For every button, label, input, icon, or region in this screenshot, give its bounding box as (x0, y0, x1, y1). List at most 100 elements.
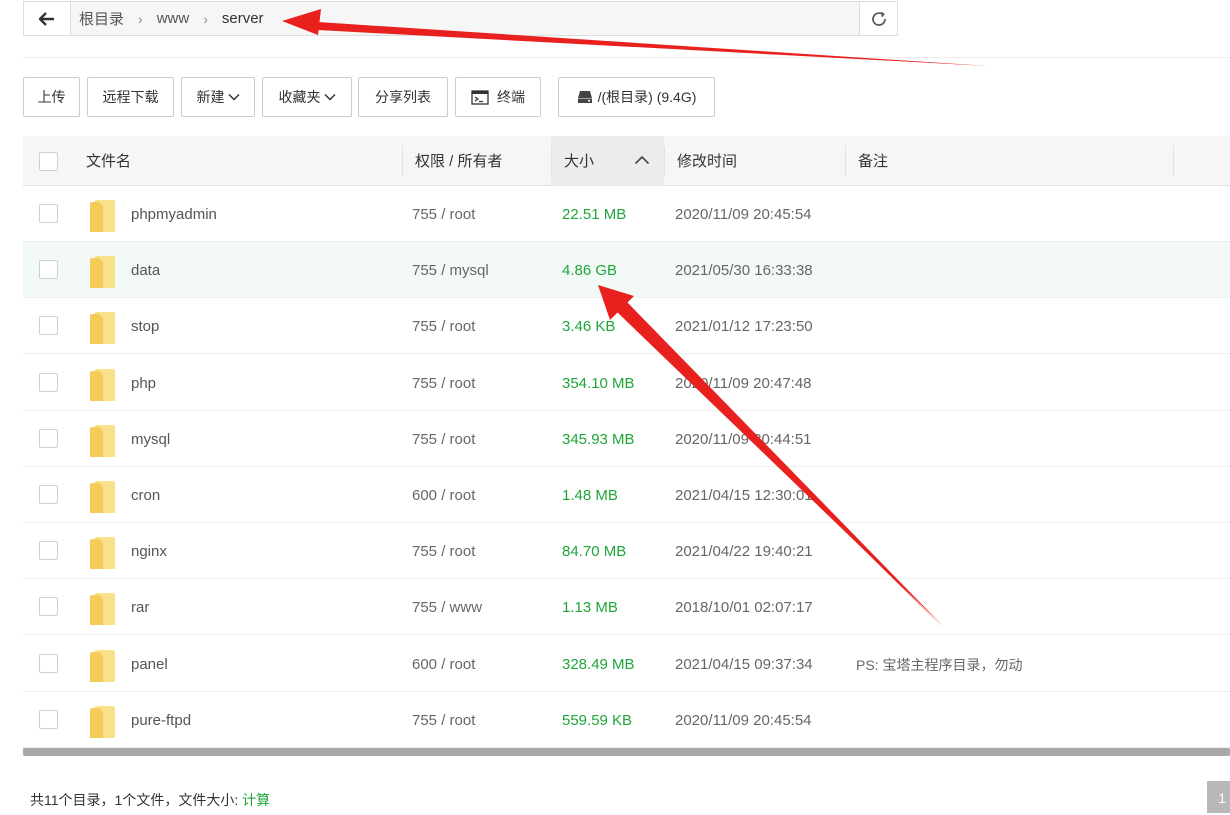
folder-icon (90, 368, 115, 401)
file-permission: 755 / root (412, 430, 476, 448)
chevron-down-icon (227, 93, 240, 101)
remote-download-button[interactable]: 远程下载 (87, 77, 174, 117)
folder-icon (90, 481, 115, 513)
sort-ascending-icon (634, 155, 650, 165)
folder-icon (90, 424, 115, 457)
file-name[interactable]: php (131, 355, 156, 411)
chevron-right-icon: › (203, 10, 208, 27)
table-row[interactable]: data 755 / mysql 4.86 GB 2021/05/30 16:33:3… (23, 242, 1230, 299)
file-permission: 755 / www (412, 599, 483, 617)
header-perm[interactable]: 权限 / 所有者 (415, 136, 503, 185)
scrollbar-thumb[interactable] (23, 748, 1230, 756)
terminal-label: 终端 (497, 89, 525, 105)
table-row[interactable]: nginx 755 / root 84.70 MB 2021/04/22 19:40:… (23, 523, 1230, 580)
file-name[interactable]: phpmyadmin (131, 186, 217, 242)
disk-label: /(根目录) (9.4G) (597, 89, 697, 105)
crumb-www[interactable]: www (149, 10, 198, 27)
row-checkbox[interactable] (39, 316, 58, 336)
row-checkbox[interactable] (39, 372, 58, 392)
breadcrumb: 根目录 › www › server (71, 2, 861, 35)
row-checkbox[interactable] (39, 260, 58, 280)
file-mtime: 2021/04/22 19:40:21 (675, 543, 813, 561)
select-all-checkbox[interactable] (39, 152, 58, 171)
column-divider (551, 146, 552, 176)
table-row[interactable]: phpmyadmin 755 / root 22.51 MB 2020/11/09 2… (23, 186, 1230, 242)
row-checkbox[interactable] (39, 709, 58, 729)
file-mtime: 2020/11/09 20:47:48 (675, 374, 812, 392)
horizontal-scrollbar[interactable] (23, 748, 1230, 756)
file-size: 4.86 GB (562, 262, 618, 280)
file-size: 354.10 MB (562, 374, 635, 392)
file-mtime: 2021/05/30 16:33:38 (675, 262, 813, 280)
row-checkbox[interactable] (39, 428, 58, 448)
crumb-server[interactable]: server (214, 10, 272, 27)
file-size: 328.49 MB (562, 655, 635, 673)
file-table: 文件名 权限 / 所有者 大小 修改时间 备注 phpmyadmin 755 / … (23, 136, 1230, 756)
pagination-page-1[interactable]: 1 (1207, 781, 1230, 813)
header-mtime[interactable]: 修改时间 (677, 136, 737, 185)
favorites-button[interactable]: 收藏夹 (262, 77, 352, 117)
row-checkbox[interactable] (39, 485, 58, 504)
file-name[interactable]: mysql (131, 411, 170, 467)
hard-drive-icon (577, 91, 592, 103)
table-row[interactable]: php 755 / root 354.10 MB 2020/11/09 20:47:4… (23, 355, 1230, 411)
upload-label: 上传 (37, 89, 66, 105)
file-mtime: 2020/11/09 20:44:51 (675, 430, 812, 448)
disk-button[interactable]: /(根目录) (9.4G) (558, 77, 715, 117)
terminal-icon (471, 89, 489, 105)
file-permission: 755 / root (412, 711, 476, 729)
file-permission: 600 / root (412, 487, 476, 504)
file-mtime: 2018/10/01 02:07:17 (675, 599, 813, 617)
calculate-link[interactable]: 计算 (242, 792, 270, 808)
share-list-button[interactable]: 分享列表 (358, 77, 448, 117)
remote-download-label: 远程下载 (102, 89, 159, 105)
file-size: 22.51 MB (562, 206, 627, 223)
row-checkbox[interactable] (39, 541, 58, 561)
file-name[interactable]: panel (131, 636, 168, 692)
row-checkbox[interactable] (39, 204, 58, 223)
folder-icon (90, 200, 115, 232)
table-row[interactable]: pure-ftpd 755 / root 559.59 KB 2020/11/09 2… (23, 692, 1230, 748)
crumb-root[interactable]: 根目录 (71, 8, 132, 29)
header-size[interactable]: 大小 (564, 136, 594, 185)
refresh-icon (871, 11, 886, 26)
file-permission: 755 / mysql (412, 262, 489, 280)
folder-icon (90, 649, 115, 682)
file-mtime: 2021/04/15 09:37:34 (675, 655, 813, 673)
header-name[interactable]: 文件名 (86, 136, 131, 185)
file-size: 345.93 MB (562, 430, 635, 448)
refresh-button[interactable] (859, 2, 897, 35)
file-size: 84.70 MB (562, 543, 627, 561)
back-button[interactable] (24, 2, 71, 35)
header-note[interactable]: 备注 (858, 136, 888, 185)
file-name[interactable]: stop (131, 298, 159, 354)
file-size: 1.48 MB (562, 487, 618, 504)
file-mtime: 2021/04/15 12:30:01 (675, 487, 813, 504)
column-divider (845, 146, 846, 176)
new-label: 新建 (196, 89, 225, 105)
folder-icon (90, 537, 115, 570)
summary-text: 共11个目录，1个文件，文件大小: (30, 792, 239, 808)
file-permission: 755 / root (412, 543, 476, 561)
table-row[interactable]: stop 755 / root 3.46 KB 2021/01/12 17:23:50 (23, 298, 1230, 355)
table-row[interactable]: mysql 755 / root 345.93 MB 2020/11/09 20:44… (23, 411, 1230, 467)
file-name[interactable]: rar (131, 579, 149, 635)
terminal-button[interactable]: 终端 (455, 77, 541, 117)
file-size: 1.13 MB (562, 599, 618, 617)
file-mtime: 2021/01/12 17:23:50 (675, 318, 813, 336)
table-row[interactable]: rar 755 / www 1.13 MB 2018/10/01 02:07:17 (23, 579, 1230, 636)
file-name[interactable]: data (131, 242, 160, 298)
row-checkbox[interactable] (39, 597, 58, 617)
file-name[interactable]: pure-ftpd (131, 692, 191, 748)
table-header: 文件名 权限 / 所有者 大小 修改时间 备注 (23, 136, 1230, 186)
favorites-label: 收藏夹 (278, 89, 321, 105)
file-size: 3.46 KB (562, 318, 616, 336)
upload-button[interactable]: 上传 (23, 77, 80, 117)
table-row[interactable]: cron 600 / root 1.48 MB 2021/04/15 12:30:01 (23, 467, 1230, 523)
row-checkbox[interactable] (39, 653, 58, 673)
new-button[interactable]: 新建 (181, 77, 255, 117)
file-name[interactable]: nginx (131, 523, 167, 579)
file-name[interactable]: cron (131, 467, 160, 523)
table-row[interactable]: panel 600 / root 328.49 MB 2021/04/15 09:37… (23, 636, 1230, 692)
chevron-down-icon (323, 93, 336, 101)
